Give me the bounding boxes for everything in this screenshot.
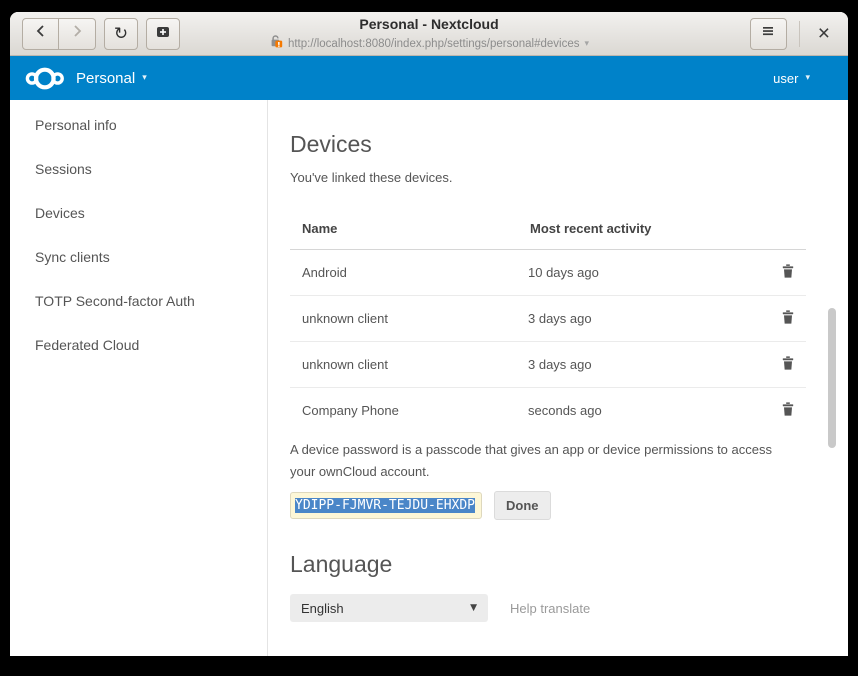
table-row: unknown client 3 days ago bbox=[290, 342, 806, 388]
trash-icon[interactable] bbox=[780, 355, 796, 374]
settings-main-panel: Devices You've linked these devices. Nam… bbox=[268, 100, 848, 656]
column-header-name: Name bbox=[290, 211, 518, 250]
desktop-background: { "window": { "title": "Personal - Nextc… bbox=[0, 0, 858, 676]
close-icon: × bbox=[818, 22, 830, 45]
insecure-lock-icon bbox=[269, 34, 283, 53]
url-text: http://localhost:8080/index.php/settings… bbox=[288, 36, 580, 52]
trash-icon[interactable] bbox=[780, 263, 796, 282]
reload-button[interactable]: ↻ bbox=[104, 18, 138, 50]
device-activity: 10 days ago bbox=[518, 250, 740, 296]
trash-icon[interactable] bbox=[780, 309, 796, 328]
new-tab-button[interactable] bbox=[146, 18, 180, 50]
forward-button[interactable] bbox=[59, 18, 96, 50]
column-header-actions bbox=[740, 211, 806, 250]
reload-icon: ↻ bbox=[114, 24, 128, 44]
sidebar-item-sync-clients[interactable]: Sync clients bbox=[10, 235, 267, 279]
table-row: unknown client 3 days ago bbox=[290, 296, 806, 342]
help-translate-link[interactable]: Help translate bbox=[510, 601, 590, 616]
hamburger-icon bbox=[761, 24, 775, 43]
done-button[interactable]: Done bbox=[494, 491, 551, 520]
devices-table-header-row: Name Most recent activity bbox=[290, 211, 806, 250]
nav-button-group bbox=[22, 18, 96, 50]
device-activity: seconds ago bbox=[518, 388, 740, 434]
device-name: Company Phone bbox=[290, 388, 518, 434]
back-icon bbox=[34, 24, 48, 43]
sidebar-item-sessions[interactable]: Sessions bbox=[10, 147, 267, 191]
url-dropdown-caret-icon[interactable]: ▾ bbox=[585, 36, 590, 52]
app-menu-label: Personal bbox=[76, 70, 135, 87]
user-menu-label: user bbox=[773, 71, 798, 86]
column-header-activity: Most recent activity bbox=[518, 211, 740, 250]
devices-heading: Devices bbox=[290, 130, 848, 158]
trash-icon[interactable] bbox=[780, 401, 796, 420]
nextcloud-header: Personal ▾ user ▾ bbox=[10, 56, 848, 100]
device-name: Android bbox=[290, 250, 518, 296]
device-password-field[interactable]: YDIPP-FJMVR-TEJDU-EHXDP bbox=[290, 492, 482, 519]
browser-window: ↻ Personal - Nextcloud bbox=[10, 12, 848, 656]
device-password-hint: A device password is a passcode that giv… bbox=[290, 439, 795, 483]
app-menu[interactable]: Personal ▾ bbox=[76, 70, 147, 87]
device-password-value: YDIPP-FJMVR-TEJDU-EHXDP bbox=[295, 498, 475, 513]
table-row: Android 10 days ago bbox=[290, 250, 806, 296]
language-selected-value: English bbox=[301, 601, 344, 616]
select-caret-icon: ▼ bbox=[470, 603, 477, 613]
devices-table: Name Most recent activity Android 10 day… bbox=[290, 211, 806, 433]
close-button[interactable]: × bbox=[812, 24, 836, 44]
nextcloud-logo-icon[interactable] bbox=[24, 65, 66, 92]
new-tab-icon bbox=[155, 24, 171, 44]
language-heading: Language bbox=[290, 550, 848, 578]
page-body: Personal info Sessions Devices Sync clie… bbox=[10, 100, 848, 656]
sidebar-item-personal-info[interactable]: Personal info bbox=[10, 103, 267, 147]
device-activity: 3 days ago bbox=[518, 296, 740, 342]
app-menu-caret-icon: ▾ bbox=[142, 73, 147, 83]
user-menu-caret-icon: ▾ bbox=[805, 73, 810, 83]
sidebar-item-devices[interactable]: Devices bbox=[10, 191, 267, 235]
titlebar-right-controls: × bbox=[750, 18, 836, 50]
titlebar-separator bbox=[799, 21, 800, 47]
browser-titlebar: ↻ Personal - Nextcloud bbox=[10, 12, 848, 56]
scrollbar-thumb[interactable] bbox=[828, 308, 836, 448]
user-menu[interactable]: user ▾ bbox=[773, 71, 810, 86]
device-activity: 3 days ago bbox=[518, 342, 740, 388]
device-name: unknown client bbox=[290, 342, 518, 388]
device-password-row: YDIPP-FJMVR-TEJDU-EHXDP Done bbox=[290, 491, 848, 520]
sidebar-item-totp[interactable]: TOTP Second-factor Auth bbox=[10, 279, 267, 323]
table-row: Company Phone seconds ago bbox=[290, 388, 806, 434]
menu-button[interactable] bbox=[750, 18, 787, 50]
back-button[interactable] bbox=[22, 18, 59, 50]
sidebar-item-federated-cloud[interactable]: Federated Cloud bbox=[10, 323, 267, 367]
devices-subtitle: You've linked these devices. bbox=[290, 170, 848, 185]
forward-icon bbox=[70, 24, 84, 43]
settings-sidebar: Personal info Sessions Devices Sync clie… bbox=[10, 100, 268, 656]
language-row: English ▼ Help translate bbox=[290, 594, 848, 622]
language-select[interactable]: English ▼ bbox=[290, 594, 488, 622]
device-name: unknown client bbox=[290, 296, 518, 342]
